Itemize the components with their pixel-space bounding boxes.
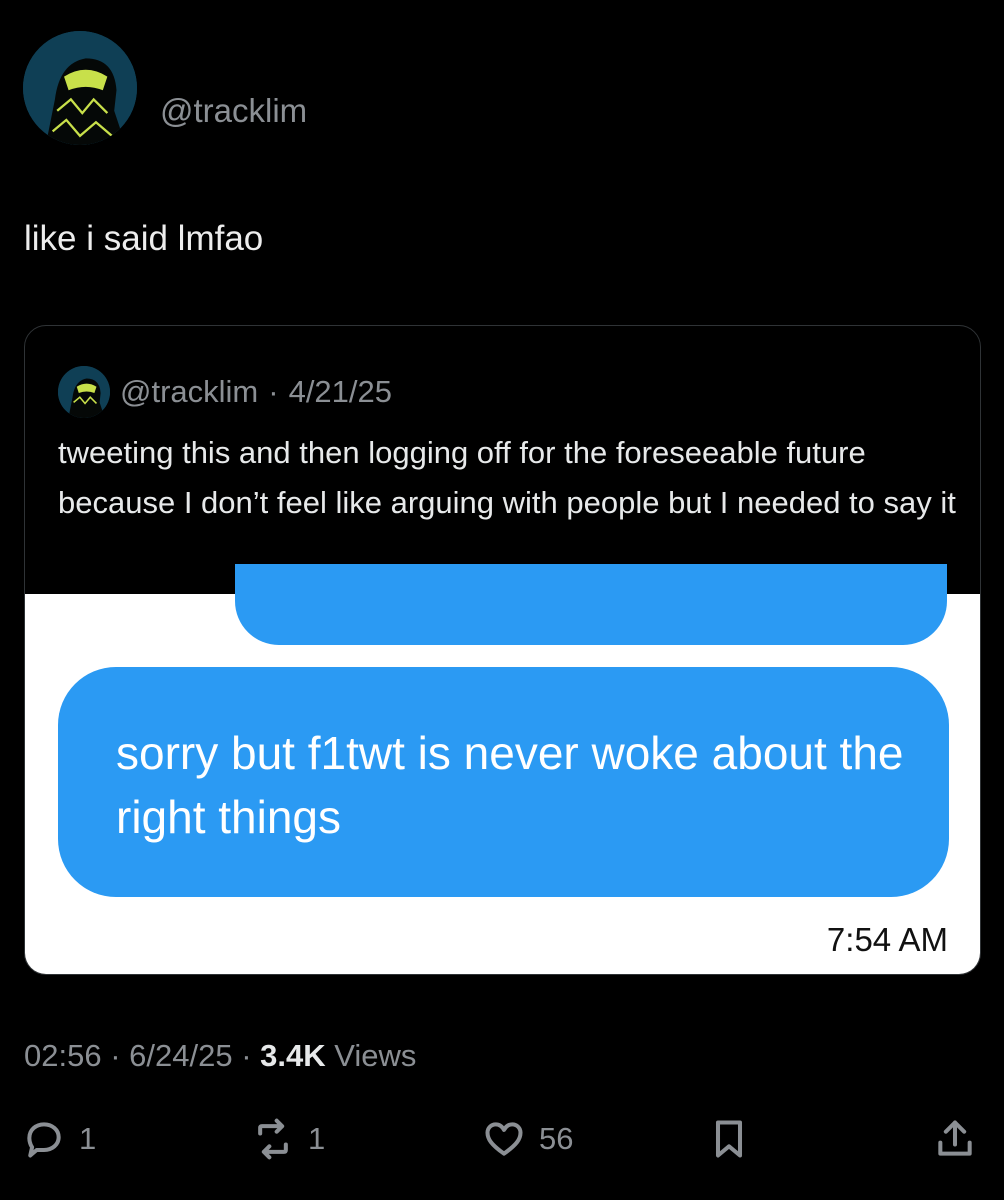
repost-button[interactable]: 1	[251, 1117, 325, 1161]
quoted-author-avatar[interactable]	[58, 366, 110, 418]
quoted-author-handle[interactable]: @tracklim	[120, 374, 258, 410]
message-text: sorry but f1twt is never woke about the …	[116, 727, 904, 843]
heart-icon	[485, 1122, 523, 1156]
helmet-avatar-icon	[58, 366, 110, 418]
quoted-date[interactable]: 4/21/25	[289, 374, 392, 410]
views-label: Views	[325, 1038, 417, 1073]
action-bar: 1 1 56	[22, 1117, 982, 1177]
repost-icon	[258, 1118, 288, 1160]
separator-dot: ·	[232, 1038, 261, 1073]
message-bubble: sorry but f1twt is never woke about the …	[58, 667, 949, 897]
bookmark-icon	[715, 1120, 743, 1158]
helmet-avatar-icon	[23, 31, 137, 145]
author-handle[interactable]: @tracklim	[160, 92, 307, 130]
share-button[interactable]	[933, 1117, 977, 1161]
repost-count: 1	[308, 1121, 326, 1156]
tweet-time[interactable]: 02:56	[24, 1038, 102, 1073]
quoted-media-image[interactable]: sorry but f1twt is never woke about the …	[25, 564, 980, 974]
previous-message-bubble	[235, 564, 947, 645]
separator-dot: ·	[268, 374, 279, 409]
message-timestamp: 7:54 AM	[826, 921, 948, 958]
share-icon	[938, 1120, 972, 1156]
separator-dot: ·	[101, 1038, 130, 1073]
like-button[interactable]: 56	[482, 1117, 573, 1161]
quoted-tweet[interactable]: @tracklim · 4/21/25 tweeting this and th…	[24, 325, 981, 975]
tweet-text: like i said lmfao	[24, 219, 264, 258]
views-count: 3.4K	[260, 1038, 326, 1073]
reply-count: 1	[79, 1121, 97, 1156]
bookmark-button[interactable]	[707, 1117, 751, 1161]
tweet-meta: 02:56 · 6/24/25 · 3.4K Views	[24, 1038, 416, 1074]
author-avatar[interactable]	[23, 31, 137, 145]
like-count: 56	[539, 1121, 574, 1156]
quoted-tweet-text: tweeting this and then logging off for t…	[58, 435, 956, 520]
reply-icon	[27, 1122, 61, 1158]
quoted-tweet-header: @tracklim · 4/21/25	[58, 366, 392, 418]
tweet-date[interactable]: 6/24/25	[129, 1038, 232, 1073]
reply-button[interactable]: 1	[22, 1117, 96, 1161]
